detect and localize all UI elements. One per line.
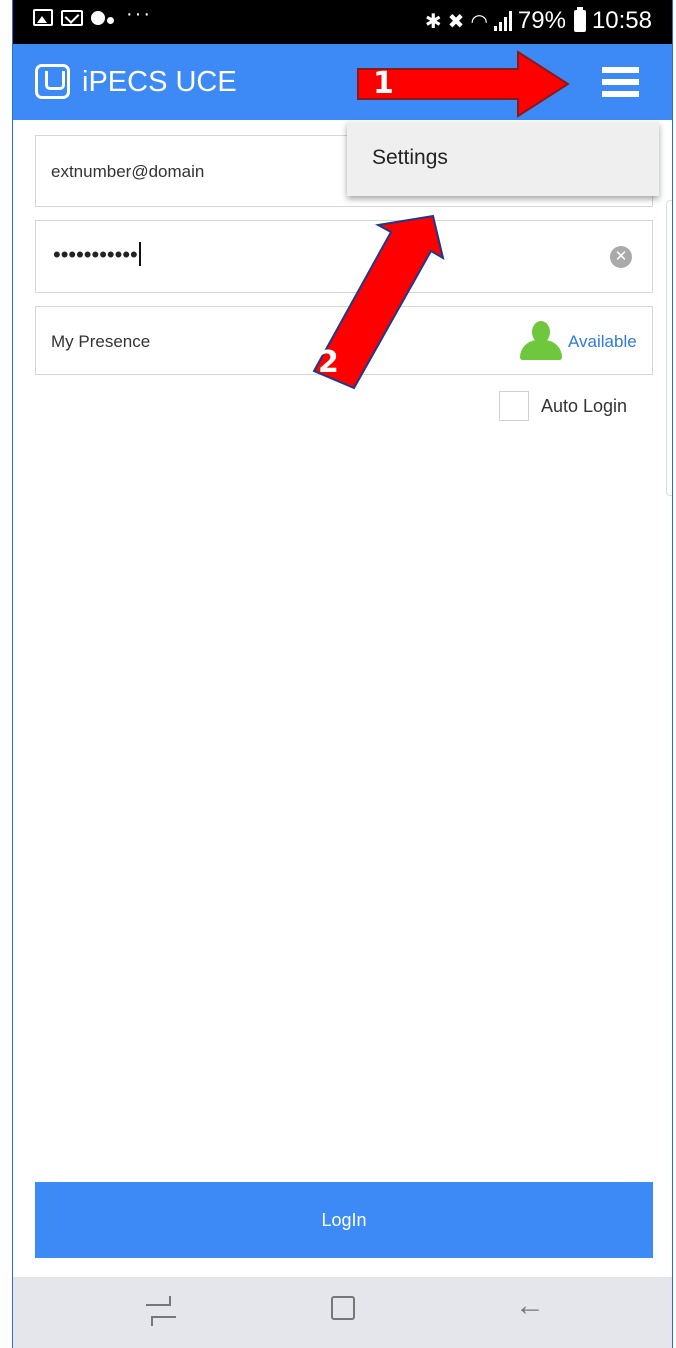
auto-login-checkbox[interactable] — [499, 391, 529, 421]
user-id-value: extnumber@domain — [51, 162, 205, 181]
person-icon — [520, 321, 562, 361]
hamburger-menu-icon[interactable] — [602, 67, 639, 97]
navigation-bar: ← — [13, 1277, 672, 1348]
app-bar: iPECS UCE — [13, 44, 672, 120]
annotation-number-2: 2 — [318, 345, 339, 380]
presence-label: My Presence — [51, 332, 151, 351]
home-icon[interactable] — [331, 1296, 355, 1320]
small-dot-notification-icon — [107, 17, 114, 24]
scroll-edge — [666, 200, 672, 496]
menu-item-settings[interactable]: Settings — [372, 146, 448, 170]
text-caret — [138, 242, 141, 266]
signal-icon — [493, 11, 512, 31]
presence-status: Available — [568, 332, 637, 351]
status-bar: ··· ✱ ✖ ◠ 79% 10:58 — [13, 0, 672, 44]
login-button[interactable]: LogIn — [35, 1182, 653, 1258]
dot-notification-icon — [91, 10, 105, 25]
battery-icon — [573, 7, 586, 32]
app-title: iPECS UCE — [82, 66, 237, 98]
bluetooth-icon: ✱ — [424, 10, 442, 33]
battery-percent: 79% — [517, 7, 566, 34]
password-value: ••••••••••• — [53, 242, 141, 268]
auto-login-label[interactable]: Auto Login — [541, 396, 627, 417]
status-notifications: ··· — [33, 3, 152, 26]
clear-icon[interactable]: ✕ — [610, 246, 632, 268]
status-system: ✱ ✖ ◠ 79% 10:58 — [425, 7, 652, 35]
mute-icon: ✖ — [447, 10, 465, 33]
recent-apps-icon[interactable] — [146, 1296, 176, 1326]
back-icon[interactable]: ← — [515, 1289, 545, 1323]
overflow-menu: Settings — [347, 122, 659, 196]
annotation-number-1: 1 — [373, 66, 394, 101]
gallery-notification-icon — [33, 9, 53, 26]
app-logo-icon — [35, 64, 70, 99]
more-notifications-icon: ··· — [126, 3, 152, 25]
wifi-icon: ◠ — [470, 10, 488, 33]
mail-notification-icon — [61, 9, 83, 26]
status-time: 10:58 — [591, 7, 652, 34]
